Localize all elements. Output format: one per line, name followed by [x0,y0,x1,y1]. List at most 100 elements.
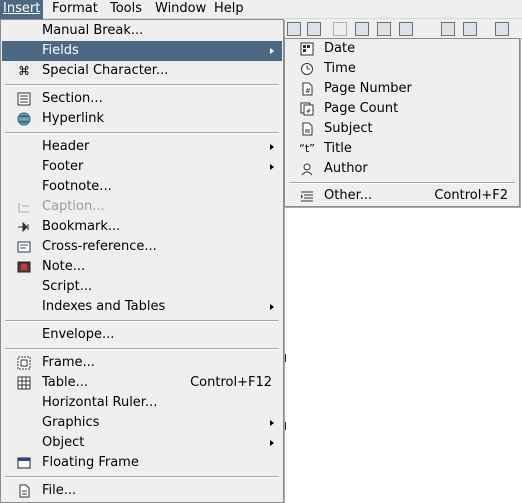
toolbar-icon[interactable] [287,22,301,36]
menu-item-label: Other... [324,188,373,203]
menu-item-shortcut: Control+F12 [190,375,272,390]
insert-menu: Manual Break... Fields ⌘ Special Charact… [0,19,284,503]
menu-item-special-character[interactable]: ⌘ Special Character... [2,61,282,81]
floating-frame-icon [16,456,32,470]
menu-item-bookmark[interactable]: Bookmark... [2,217,282,237]
subject-icon [299,122,315,136]
menu-item-label: Subject [324,121,373,136]
toolbar-icon[interactable] [307,22,321,36]
menu-insert-label: Insert [3,1,41,16]
menu-item-table[interactable]: Table... Control+F12 [2,373,282,393]
menu-item-label: Bookmark... [42,219,121,234]
menu-item-label: Script... [42,279,93,294]
toolbar-icon[interactable] [377,22,391,36]
menu-item-label: Horizontal Ruler... [42,395,158,410]
page-count-icon: # [299,102,315,116]
menu-item-header[interactable]: Header [2,137,282,157]
menu-item-page-number[interactable]: # Page Number [286,79,518,99]
section-icon [16,92,32,106]
menu-item-frame[interactable]: Frame... [2,353,282,373]
separator [5,84,279,86]
bookmark-icon [16,220,32,234]
menu-item-label: Header [42,139,90,154]
note-icon [16,260,32,274]
menu-item-label: Frame... [42,355,95,370]
menu-item-subject[interactable]: Subject [286,119,518,139]
menu-item-label: Fields [42,43,79,58]
menu-item-label: Object [42,435,85,450]
menu-item-label: Hyperlink [42,111,105,126]
file-icon [16,484,32,498]
menu-item-manual-break[interactable]: Manual Break... [2,21,282,41]
submenu-arrow-icon [270,420,274,426]
toolbar-icon[interactable] [495,22,509,36]
menu-window[interactable]: Window [152,0,209,19]
document-area[interactable] [283,206,522,503]
menu-item-hyperlink[interactable]: Hyperlink [2,109,282,129]
menu-item-time[interactable]: Time [286,59,518,79]
menu-item-floating-frame[interactable]: Floating Frame [2,453,282,473]
submenu-arrow-icon [270,440,274,446]
menu-item-footnote[interactable]: Footnote... [2,177,282,197]
page-number-icon: # [299,82,315,96]
author-icon [299,162,315,176]
menu-item-other[interactable]: Other... Control+F2 [286,186,518,206]
menu-item-note[interactable]: Note... [2,257,282,277]
menu-item-horizontal-ruler[interactable]: Horizontal Ruler... [2,393,282,413]
menu-item-date[interactable]: Date [286,39,518,59]
menu-item-label: Cross-reference... [42,239,157,254]
special-character-icon: ⌘ [18,64,30,78]
menu-item-label: Title [324,141,352,156]
separator [5,132,279,134]
menu-item-object[interactable]: Object [2,433,282,453]
menu-insert[interactable]: Insert [0,0,44,19]
menu-window-label: Window [155,1,207,16]
caption-icon [16,200,32,214]
svg-text:#: # [306,108,311,115]
menu-item-label: Floating Frame [42,455,139,470]
frame-icon [16,356,32,370]
menu-item-envelope[interactable]: Envelope... [2,325,282,345]
menu-item-cross-reference[interactable]: Cross-reference... [2,237,282,257]
table-icon [16,376,32,390]
svg-text:#: # [305,87,311,95]
submenu-arrow-icon [270,48,274,54]
toolbar-icon[interactable] [441,22,455,36]
fields-submenu: Date Time # Page Number # Page Count Sub… [284,38,520,207]
toolbar-icon[interactable] [399,22,413,36]
toolbar-icon[interactable] [463,22,477,36]
submenu-arrow-icon [270,304,274,310]
toolbar [283,19,522,39]
separator [5,320,279,322]
menu-item-page-count[interactable]: # Page Count [286,99,518,119]
menu-item-script[interactable]: Script... [2,277,282,297]
menu-help-label: Help [214,1,244,16]
cross-reference-icon [16,240,32,254]
time-icon [299,62,315,76]
menu-tools-label: Tools [110,1,143,16]
menu-item-footer[interactable]: Footer [2,157,282,177]
menu-item-section[interactable]: Section... [2,89,282,109]
toolbar-icon[interactable] [333,22,347,36]
menu-item-label: Caption... [42,199,105,214]
menu-item-label: Page Count [324,101,399,116]
menu-item-caption: Caption... [2,197,282,217]
menu-item-fields[interactable]: Fields [2,41,282,61]
menu-format[interactable]: Format [49,0,101,19]
menu-help[interactable]: Help [211,0,247,19]
menu-item-indexes-and-tables[interactable]: Indexes and Tables [2,297,282,317]
menu-item-title[interactable]: “t” Title [286,139,518,159]
menu-tools[interactable]: Tools [107,0,145,19]
menu-item-label: Date [324,41,356,56]
menu-item-label: Footer [42,159,84,174]
menu-item-file[interactable]: File... [2,481,282,501]
menu-item-label: Indexes and Tables [42,299,166,314]
other-icon [299,189,315,203]
separator [289,182,515,184]
toolbar-icon[interactable] [355,22,369,36]
menu-item-graphics[interactable]: Graphics [2,413,282,433]
submenu-arrow-icon [270,144,274,150]
menu-item-label: Table... [42,375,89,390]
submenu-arrow-icon [270,164,274,170]
menu-item-author[interactable]: Author [286,159,518,179]
